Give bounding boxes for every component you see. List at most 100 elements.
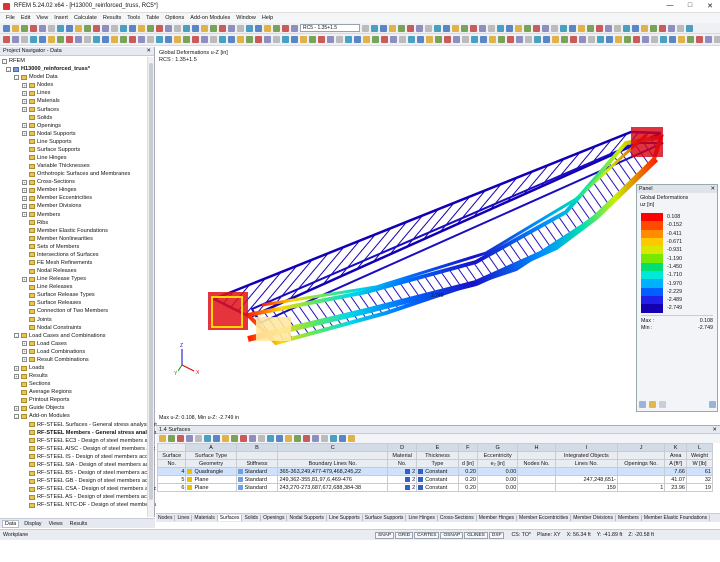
table-cell[interactable] (517, 467, 556, 476)
toolbar-button-icon[interactable] (426, 36, 433, 43)
toolbar-button-icon[interactable] (569, 24, 576, 32)
toolbar-button-icon[interactable] (552, 36, 559, 43)
tree-item[interactable]: + Materials (0, 97, 146, 105)
tree-item[interactable]: + Line Release Types (0, 275, 146, 283)
table-row[interactable]: 5 Plane Standard 249,362-355,81,97,6,469-47… (156, 475, 714, 484)
toolbar-button-icon[interactable] (659, 24, 666, 32)
table-cell[interactable]: 249,362-355,81,97,6,469-476 (277, 475, 389, 484)
toolbar-button-icon[interactable] (57, 36, 64, 43)
table-cell[interactable]: 23.96 (664, 483, 687, 492)
table-tool-icon[interactable] (294, 435, 301, 442)
tree-item[interactable]: Line Supports (0, 138, 146, 146)
table-cell[interactable]: Standard (235, 483, 279, 492)
table-cell[interactable]: 4 (156, 467, 187, 476)
toolbar-button-icon[interactable] (174, 24, 181, 32)
toolbar-button-icon[interactable] (120, 24, 127, 32)
tree-expander-icon[interactable]: + (22, 187, 27, 193)
table-cell[interactable]: 5 (156, 475, 187, 484)
table-cell[interactable]: 243,270-273,687,672,688,384-38 (277, 483, 389, 492)
tree-expander-icon[interactable]: + (22, 90, 27, 96)
toolbar-button-icon[interactable] (551, 24, 558, 32)
toolbar-button-icon[interactable] (30, 24, 37, 32)
toolbar-button-icon[interactable] (165, 36, 172, 43)
toolbar-button-icon[interactable] (561, 36, 568, 43)
tree-expander-icon[interactable]: + (22, 212, 27, 218)
table-cell[interactable]: Constant (416, 467, 459, 476)
toolbar-button-icon[interactable] (641, 24, 648, 32)
tree-item[interactable]: - Model Data (0, 73, 146, 81)
table-tool-icon[interactable] (186, 435, 193, 442)
toolbar-button-icon[interactable] (371, 24, 378, 32)
toolbar-button-icon[interactable] (605, 24, 612, 32)
table-tab-member-divisions[interactable]: Member Divisions (571, 515, 616, 521)
table-tool-icon[interactable] (339, 435, 346, 442)
toolbar-button-icon[interactable] (156, 24, 163, 32)
toolbar-button-icon[interactable] (282, 24, 289, 32)
toolbar-button-icon[interactable] (21, 36, 28, 43)
toolbar-button-icon[interactable] (363, 36, 370, 43)
toolbar-button-icon[interactable] (425, 24, 432, 32)
toolbar-button-icon[interactable] (345, 36, 352, 43)
toolbar-button-icon[interactable] (3, 24, 10, 32)
toolbar-button-icon[interactable] (489, 36, 496, 43)
table-tool-icon[interactable] (159, 435, 166, 442)
toolbar-button-icon[interactable] (66, 24, 73, 32)
tree-item[interactable]: RF-STEEL Members - General stress analys… (0, 429, 158, 437)
status-toggle-grid[interactable]: GRID (395, 531, 414, 539)
tree-item[interactable]: RF-STEEL IS - Design of steel members ac… (0, 453, 153, 461)
toolbar-button-icon[interactable] (524, 24, 531, 32)
toolbar-button-icon[interactable] (75, 36, 82, 43)
table-tab-member-elastic-foundations[interactable]: Member Elastic Foundations (642, 515, 711, 521)
toolbar-button-icon[interactable] (614, 24, 621, 32)
toolbar-button-icon[interactable] (21, 24, 28, 32)
table-tab-line-supports[interactable]: Line Supports (327, 515, 363, 521)
toolbar-button-icon[interactable] (597, 36, 604, 43)
table-cell[interactable] (616, 467, 666, 476)
toolbar-button-icon[interactable] (407, 24, 414, 32)
table-cell[interactable]: Constant (416, 475, 459, 484)
tree-expander-icon[interactable]: - (14, 333, 19, 339)
toolbar-button-icon[interactable] (264, 36, 271, 43)
tree-item[interactable]: - Load Cases and Combinations (0, 332, 146, 340)
table-tool-icon[interactable] (276, 435, 283, 442)
table-tab-member-eccentricities[interactable]: Member Eccentricities (517, 515, 572, 521)
tree-item[interactable]: Joints (0, 316, 146, 324)
tree-project[interactable]: - H13000_reinforced_truss* (0, 65, 146, 73)
table-cell[interactable]: 365-363,249,477-479,468,245,22 (277, 467, 389, 476)
table-tool-icon[interactable] (213, 435, 220, 442)
status-toggle-osnap[interactable]: OSNAP (440, 531, 464, 539)
tree-item[interactable]: + Load Combinations (0, 348, 146, 356)
tree-expander-icon[interactable]: + (22, 131, 27, 137)
toolbar-button-icon[interactable] (291, 24, 298, 32)
menu-item-help[interactable]: Help (259, 15, 276, 21)
table-cell[interactable]: 247,248,651- (554, 475, 618, 484)
toolbar-button-icon[interactable] (705, 36, 712, 43)
toolbar-button-icon[interactable] (452, 24, 459, 32)
toolbar-button-icon[interactable] (111, 24, 118, 32)
table-cell[interactable]: Plane (185, 483, 237, 492)
toolbar-button-icon[interactable] (30, 36, 37, 43)
toolbar-button-icon[interactable] (255, 24, 262, 32)
tree-expander-icon[interactable]: + (22, 203, 27, 209)
menu-item-results[interactable]: Results (100, 15, 124, 21)
table-tool-icon[interactable] (258, 435, 265, 442)
toolbar-button-icon[interactable] (434, 24, 441, 32)
status-toggle-glines[interactable]: GLINES (464, 531, 488, 539)
tree-item[interactable]: + Loads (0, 364, 146, 372)
tree-item[interactable]: Intersections of Surfaces (0, 251, 146, 259)
tree-expander-icon[interactable]: + (22, 195, 27, 201)
toolbar-button-icon[interactable] (3, 36, 10, 43)
toolbar-button-icon[interactable] (623, 24, 630, 32)
toolbar-button-icon[interactable] (183, 36, 190, 43)
toolbar-button-icon[interactable] (75, 24, 82, 32)
tree-item[interactable]: + Results (0, 372, 146, 380)
table-tab-lines[interactable]: Lines (175, 515, 193, 521)
toolbar-button-icon[interactable] (219, 36, 226, 43)
toolbar-button-icon[interactable] (678, 36, 685, 43)
tree-expander-icon[interactable]: + (14, 405, 19, 411)
toolbar-button-icon[interactable] (390, 36, 397, 43)
toolbar-button-icon[interactable] (453, 36, 460, 43)
toolbar-button-icon[interactable] (183, 24, 190, 32)
tree-item[interactable]: FE Mesh Refinements (0, 259, 146, 267)
menu-item-insert[interactable]: Insert (51, 15, 71, 21)
